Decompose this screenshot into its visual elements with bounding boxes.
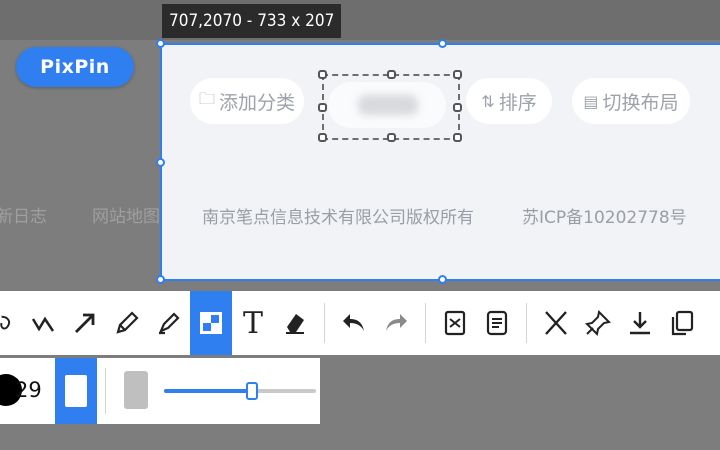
- blur-strength-icon: [124, 371, 148, 409]
- resize-handle-top[interactable]: [438, 39, 447, 48]
- mosaic-handle[interactable]: [387, 70, 396, 79]
- text-tool-icon: T: [242, 305, 263, 341]
- mosaic-handle[interactable]: [387, 133, 396, 142]
- strength-slider-track[interactable]: [164, 389, 316, 393]
- pencil-tool-icon[interactable]: [106, 291, 148, 355]
- mosaic-options-bar: 29: [0, 358, 320, 424]
- mosaic-style-button[interactable]: [55, 358, 97, 424]
- toolbar-divider: [425, 303, 426, 343]
- add-category-label: 添加分类: [219, 91, 296, 114]
- switch-layout-button: ▤ 切换布局: [572, 78, 690, 124]
- resize-handle-bottom[interactable]: [438, 275, 447, 284]
- mosaic-icon: [200, 312, 222, 334]
- mosaic-handle[interactable]: [453, 103, 462, 112]
- highlighter-tool-icon[interactable]: [148, 291, 190, 355]
- subbar-divider: [105, 368, 106, 414]
- resize-handle-left[interactable]: [156, 158, 165, 167]
- switch-layout-label: 切换布局: [602, 91, 679, 114]
- mosaic-tool-button[interactable]: [190, 291, 232, 355]
- mosaic-handle[interactable]: [318, 133, 327, 142]
- copy-icon[interactable]: [661, 291, 703, 355]
- mosaic-handle[interactable]: [453, 70, 462, 79]
- sort-icon: ⇅: [481, 91, 495, 111]
- sort-label: 排序: [498, 91, 537, 114]
- mosaic-style-swatch: [65, 375, 87, 407]
- add-category-button: 🗀 添加分类: [190, 78, 304, 124]
- resize-handle-top-left[interactable]: [156, 39, 165, 48]
- backdrop-header: [0, 0, 720, 40]
- eraser-tool-icon[interactable]: [274, 291, 316, 355]
- mosaic-box[interactable]: [318, 70, 462, 142]
- selection-size-tooltip: 707,2070 - 733 x 207: [162, 4, 342, 38]
- ocr-icon[interactable]: [476, 291, 518, 355]
- capture-selection[interactable]: 🗀 添加分类 ⇅ 排序 ▤ 切换布局 南京笔点信息技术有限公司版权所有 苏ICP…: [156, 39, 720, 284]
- layout-icon: ▤: [583, 91, 599, 111]
- icp-text: 苏ICP备10202778号: [522, 208, 687, 228]
- pin-icon[interactable]: [577, 291, 619, 355]
- undo-icon[interactable]: [333, 291, 375, 355]
- text-tool-button[interactable]: T: [232, 291, 274, 355]
- brush-size-value[interactable]: 29: [15, 378, 42, 402]
- save-icon[interactable]: [619, 291, 661, 355]
- mosaic-handle[interactable]: [453, 133, 462, 142]
- backdrop-changelog-link: 新日志: [0, 207, 47, 227]
- folder-icon: 🗀: [198, 88, 215, 108]
- sort-button: ⇅ 排序: [466, 78, 552, 124]
- polyline-tool-icon[interactable]: [22, 291, 64, 355]
- pixpin-logo: PixPin: [16, 47, 134, 87]
- lasso-tool-icon[interactable]: [0, 291, 22, 355]
- strength-slider-knob[interactable]: [246, 382, 259, 400]
- toolbar-divider: [526, 303, 527, 343]
- toolbar-divider: [324, 303, 325, 343]
- copyright-text: 南京笔点信息技术有限公司版权所有: [202, 208, 474, 228]
- cancel-icon[interactable]: [535, 291, 577, 355]
- redo-icon[interactable]: [375, 291, 417, 355]
- mosaic-handle[interactable]: [318, 103, 327, 112]
- arrow-tool-icon[interactable]: [64, 291, 106, 355]
- strength-slider-fill: [164, 389, 253, 393]
- backdrop-sitemap-link: 网站地图: [92, 207, 160, 227]
- mosaic-handle[interactable]: [318, 70, 327, 79]
- resize-handle-bottom-left[interactable]: [156, 275, 165, 284]
- pin-to-top-icon[interactable]: [434, 291, 476, 355]
- annotation-toolbar: T: [0, 291, 720, 355]
